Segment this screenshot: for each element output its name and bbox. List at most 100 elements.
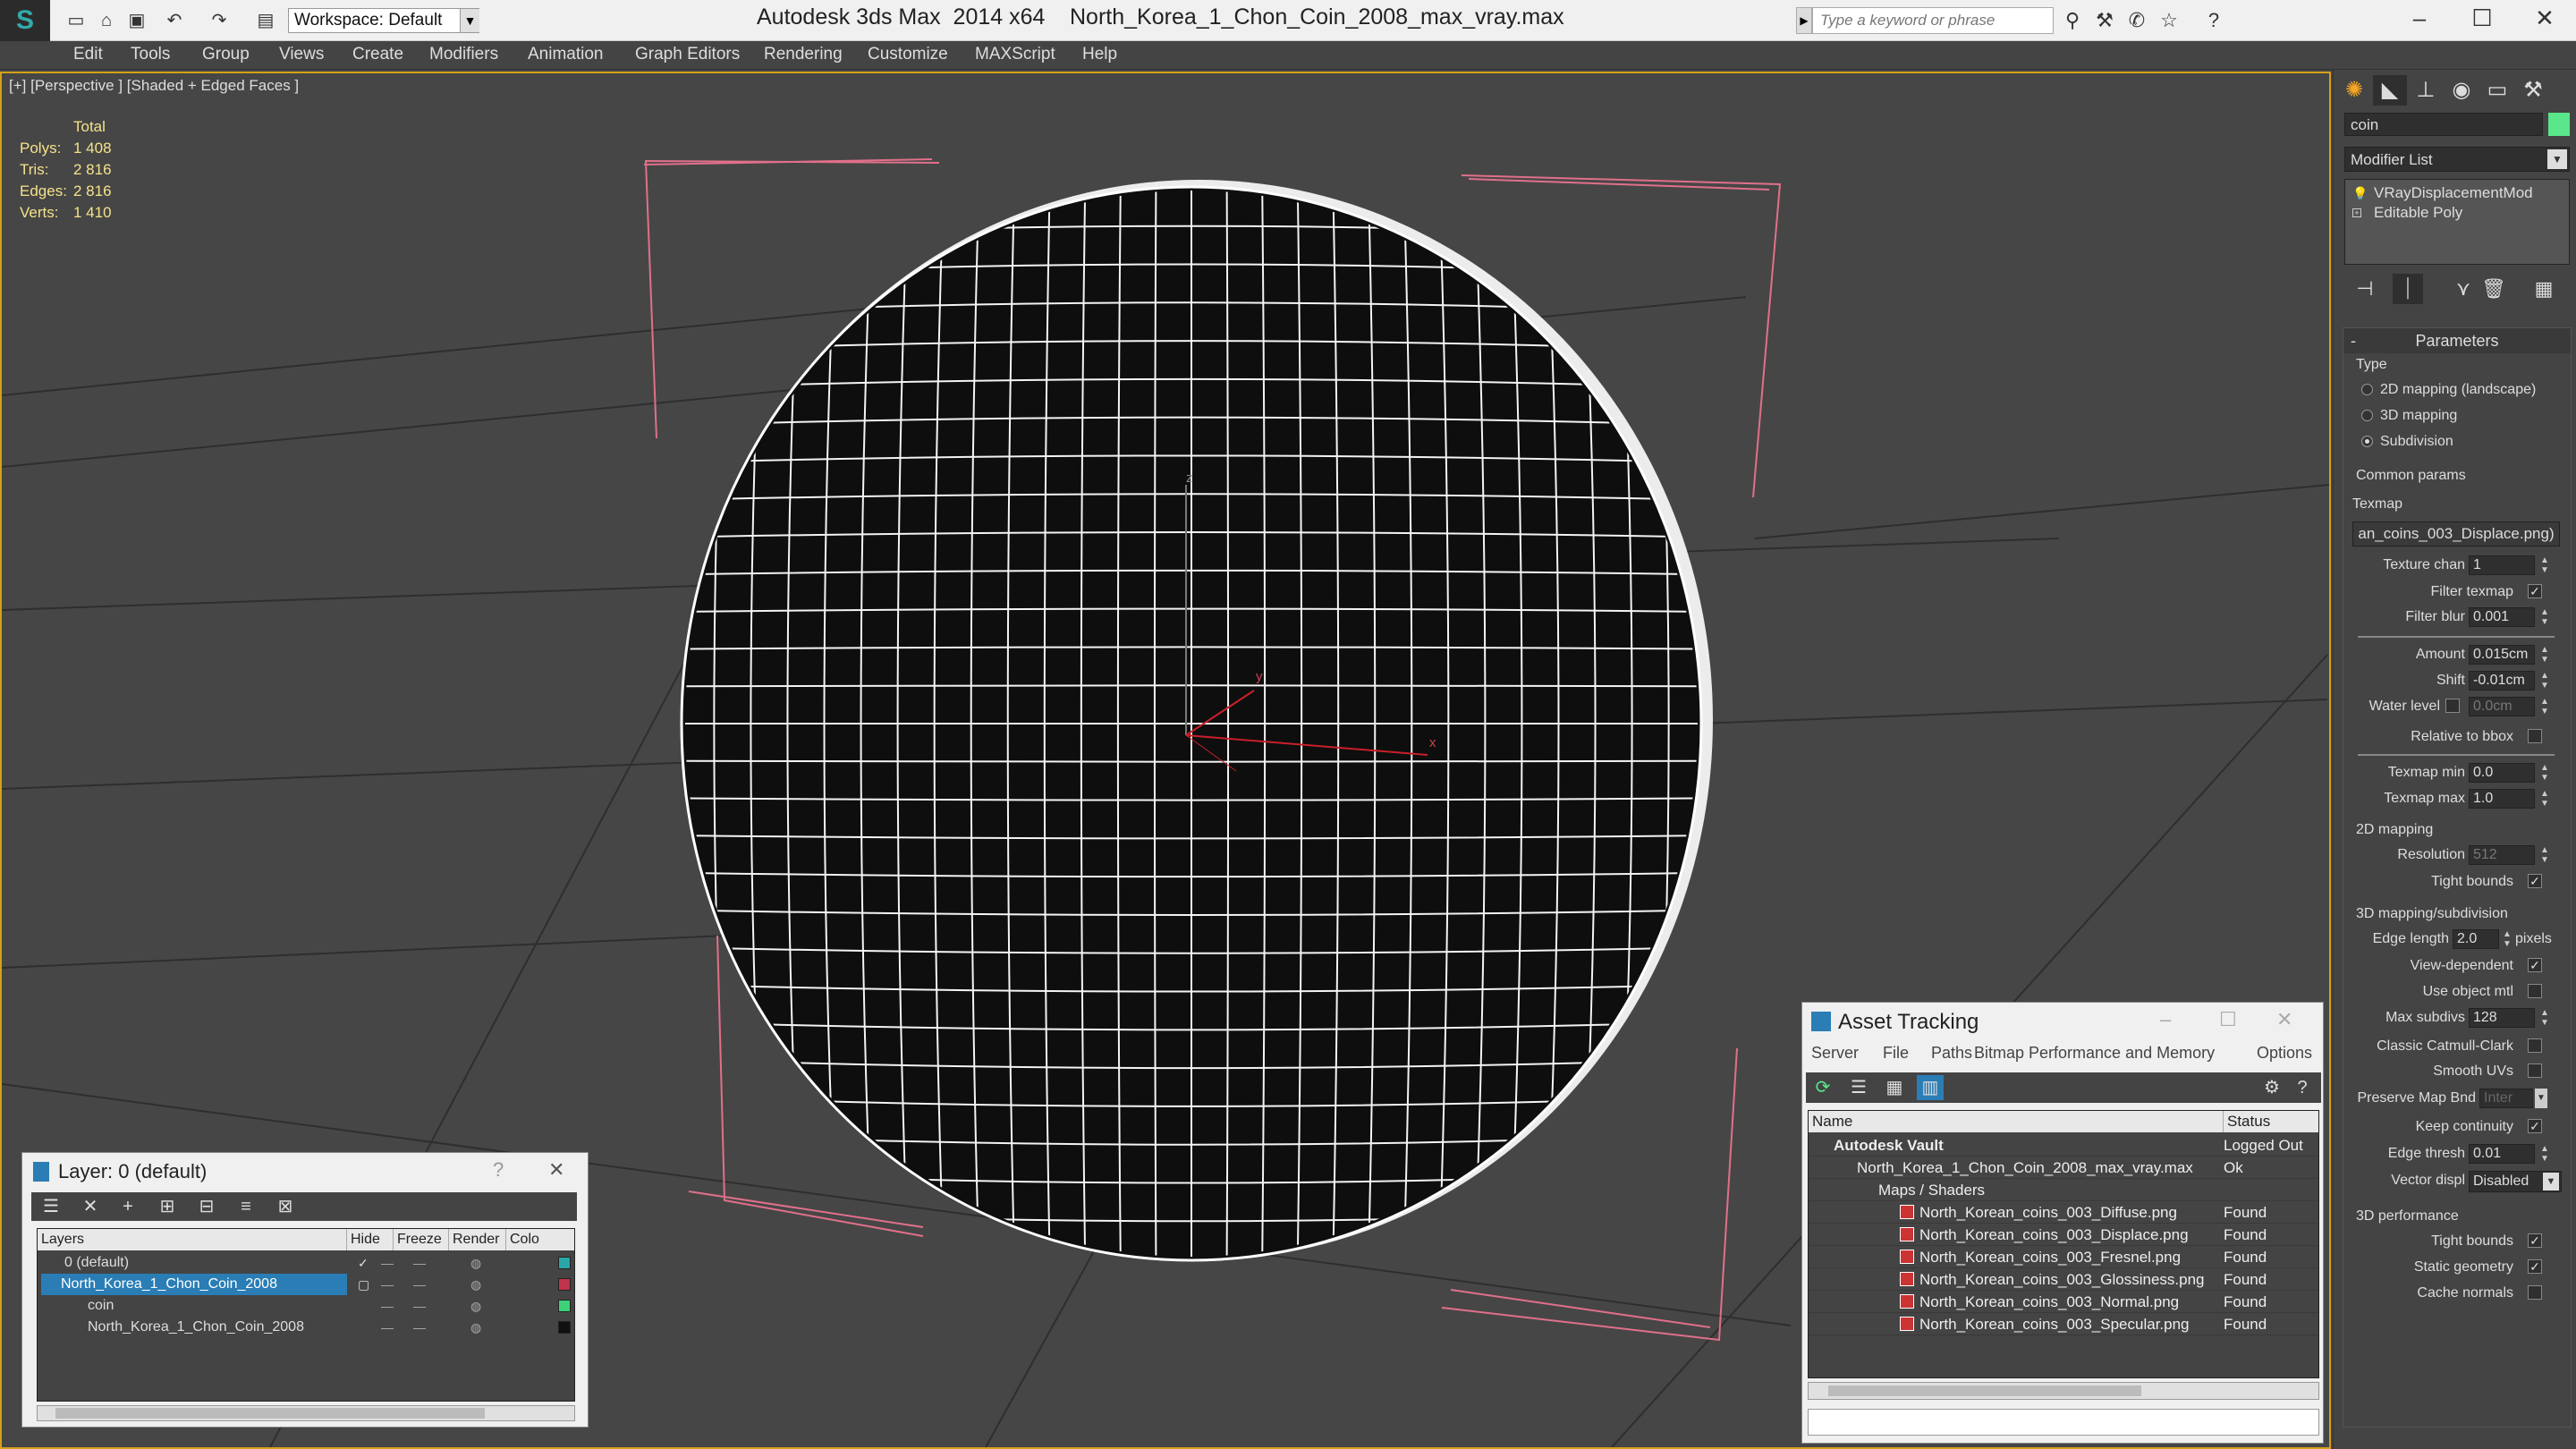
classic-catmull-checkbox[interactable] xyxy=(2528,1038,2542,1053)
edge-length-input[interactable]: 2.0 xyxy=(2453,929,2499,949)
asset-row[interactable]: North_Korean_coins_003_Diffuse.png Found xyxy=(1809,1201,2318,1224)
chevron-down-icon[interactable]: ▼ xyxy=(460,9,479,32)
motion-tab-icon[interactable]: ◉ xyxy=(2445,75,2479,106)
maximize-button[interactable]: ☐ xyxy=(2451,0,2513,36)
radio-3d-mapping[interactable]: 3D mapping xyxy=(2361,408,2457,424)
create-tab-icon[interactable]: ✺ xyxy=(2337,75,2371,106)
object-name-field[interactable]: coin xyxy=(2344,113,2543,136)
minimize-button[interactable]: – xyxy=(2388,0,2451,36)
menu-file[interactable]: File xyxy=(1883,1044,1909,1063)
filter-blur-input[interactable]: 0.001 xyxy=(2469,607,2535,627)
refresh-icon[interactable]: ⟳ xyxy=(1809,1075,1836,1100)
texmap-button[interactable]: an_coins_003_Displace.png) xyxy=(2352,521,2560,547)
minimize-icon[interactable]: – xyxy=(2160,1008,2171,1031)
communication-icon[interactable]: ✆ xyxy=(2123,9,2150,32)
cache-normals-checkbox[interactable] xyxy=(2528,1285,2542,1300)
scrollbar-thumb[interactable] xyxy=(55,1408,485,1419)
radio-selected-icon[interactable] xyxy=(2361,436,2373,447)
radio-2d-mapping[interactable]: 2D mapping (landscape) xyxy=(2361,382,2536,398)
layer-row-selected[interactable]: North_Korea_1_Chon_Coin_2008 ▢ — — ◍ xyxy=(38,1274,574,1295)
spinner-icon[interactable]: ▲ ▼ xyxy=(2538,697,2551,716)
menu-edit[interactable]: Edit xyxy=(73,45,103,64)
horizontal-scrollbar[interactable] xyxy=(37,1405,575,1421)
viewport-label-menu[interactable]: [+] [Perspective ] [Shaded + Edged Faces… xyxy=(9,77,299,95)
asset-row[interactable]: North_Korean_coins_003_Displace.png Found xyxy=(1809,1224,2318,1246)
menu-animation[interactable]: Animation xyxy=(528,45,604,64)
asset-row[interactable]: North_Korean_coins_003_Glossiness.png Fou… xyxy=(1809,1268,2318,1291)
pin-stack-icon[interactable]: ⊣ xyxy=(2350,274,2380,304)
app-menu-button[interactable]: S xyxy=(0,0,50,41)
freeze-toggle[interactable]: — xyxy=(413,1274,431,1295)
tight-bounds-checkbox[interactable]: ✓ xyxy=(2528,874,2542,888)
favorites-icon[interactable]: ☆ xyxy=(2156,9,2182,32)
use-object-mtl-checkbox[interactable] xyxy=(2528,984,2542,998)
texmap-min-input[interactable]: 0.0 xyxy=(2469,763,2535,783)
modifier-list-dropdown[interactable]: Modifier List ▼ xyxy=(2344,147,2570,172)
menu-group[interactable]: Group xyxy=(202,45,250,64)
spinner-icon[interactable]: ▲ ▼ xyxy=(2538,555,2551,575)
column-header[interactable]: Colo xyxy=(506,1229,574,1250)
menu-rendering[interactable]: Rendering xyxy=(764,45,843,64)
binoculars-icon[interactable]: ⚲ xyxy=(2059,9,2086,32)
project-folder-icon[interactable]: ▤ xyxy=(252,9,279,32)
close-button[interactable]: ✕ xyxy=(2513,0,2576,36)
amount-input[interactable]: 0.015cm xyxy=(2469,645,2535,665)
stack-item-vraydisplacement[interactable]: 💡 VRayDisplacementMod xyxy=(2349,183,2563,203)
radio-icon[interactable] xyxy=(2361,384,2373,395)
water-level-checkbox[interactable] xyxy=(2445,699,2460,713)
menu-tools[interactable]: Tools xyxy=(131,45,170,64)
column-header[interactable]: Name xyxy=(1809,1111,2224,1132)
redo-icon[interactable]: ↷ xyxy=(206,9,233,32)
layer-color-swatch[interactable] xyxy=(558,1278,571,1291)
hide-toggle[interactable]: — xyxy=(381,1295,399,1317)
smooth-uvs-checkbox[interactable] xyxy=(2528,1063,2542,1078)
shift-input[interactable]: -0.01cm xyxy=(2469,671,2535,691)
texmap-max-input[interactable]: 1.0 xyxy=(2469,789,2535,809)
grid-view-icon[interactable]: ▥ xyxy=(1917,1075,1944,1100)
object-color-swatch[interactable] xyxy=(2548,113,2570,136)
tight-bounds2-checkbox[interactable]: ✓ xyxy=(2528,1233,2542,1248)
menu-maxscript[interactable]: MAXScript xyxy=(975,45,1055,64)
spinner-icon[interactable]: ▲ ▼ xyxy=(2538,607,2551,627)
menu-bitmap-performance[interactable]: Bitmap Performance and Memory xyxy=(1974,1044,2215,1063)
asset-row[interactable]: North_Korean_coins_003_Fresnel.png Found xyxy=(1809,1246,2318,1268)
keep-continuity-checkbox[interactable]: ✓ xyxy=(2528,1119,2542,1133)
texture-chan-input[interactable]: 1 xyxy=(2469,555,2535,575)
water-level-input[interactable]: 0.0cm xyxy=(2469,697,2535,716)
create-layer-icon[interactable]: ☰ xyxy=(37,1194,65,1219)
menu-create[interactable]: Create xyxy=(352,45,403,64)
modify-tab-icon[interactable]: ◣ xyxy=(2373,75,2407,106)
help-icon[interactable]: ? xyxy=(2289,1075,2316,1100)
freeze-toggle[interactable]: — xyxy=(413,1252,431,1274)
column-header[interactable]: Layers xyxy=(38,1229,347,1250)
spinner-icon[interactable]: ▲ ▼ xyxy=(2538,1008,2551,1028)
preserve-map-bnd-dropdown[interactable]: Inter xyxy=(2479,1089,2533,1108)
current-layer-check-icon[interactable]: ✓ xyxy=(358,1252,376,1274)
maximize-icon[interactable]: ☐ xyxy=(2219,1008,2237,1031)
spinner-icon[interactable]: ▲ ▼ xyxy=(2538,671,2551,691)
display-tab-icon[interactable]: ▭ xyxy=(2480,75,2514,106)
horizontal-scrollbar[interactable] xyxy=(1808,1382,2319,1400)
save-file-icon[interactable]: ▣ xyxy=(123,9,150,32)
chevron-down-icon[interactable]: ▼ xyxy=(2535,1089,2547,1108)
search-input[interactable]: Type a keyword or phrase xyxy=(1812,7,2054,34)
coin-mesh[interactable] xyxy=(680,180,1713,1262)
view-dependent-checkbox[interactable]: ✓ xyxy=(2528,958,2542,972)
add-to-layer-icon[interactable]: + xyxy=(114,1194,142,1219)
layer-color-swatch[interactable] xyxy=(558,1257,571,1269)
undo-icon[interactable]: ↶ xyxy=(161,9,188,32)
menu-graph-editors[interactable]: Graph Editors xyxy=(635,45,740,64)
subscription-icon[interactable]: ⚒ xyxy=(2091,9,2118,32)
menu-server[interactable]: Server xyxy=(1811,1044,1859,1063)
freeze-toggle[interactable]: — xyxy=(413,1295,431,1317)
close-icon[interactable]: ✕ xyxy=(548,1158,564,1182)
select-in-layer-icon[interactable]: ⊞ xyxy=(153,1194,182,1219)
column-header[interactable]: Freeze xyxy=(394,1229,449,1250)
relative-bbox-checkbox[interactable] xyxy=(2528,729,2542,743)
hierarchy-tab-icon[interactable]: ⊥ xyxy=(2409,75,2443,106)
render-toggle-icon[interactable]: ◍ xyxy=(470,1252,488,1274)
column-header[interactable]: Render xyxy=(449,1229,506,1250)
layer-object-row[interactable]: North_Korea_1_Chon_Coin_2008 — — ◍ xyxy=(38,1317,574,1338)
stack-item-editable-poly[interactable]: + Editable Poly xyxy=(2349,203,2563,223)
menu-modifiers[interactable]: Modifiers xyxy=(429,45,498,64)
